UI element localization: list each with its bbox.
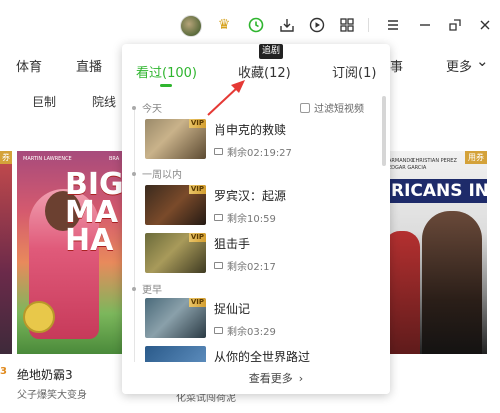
poster-credit: ARMANDO [388, 158, 415, 164]
grid-icon[interactable] [338, 16, 356, 34]
active-tab-indicator [160, 84, 172, 87]
monitor-icon [214, 327, 223, 334]
view-more-link[interactable]: 查看更多 [249, 370, 293, 386]
item-title[interactable]: 肖申克的救赎 [214, 121, 286, 138]
item-title[interactable]: 狙击手 [214, 235, 250, 252]
history-item[interactable]: VIP 罗宾汉：起源 剩余10:59 [145, 185, 375, 229]
checkbox[interactable] [300, 102, 310, 113]
poster-credit: EDGAR GARCIA [388, 165, 427, 171]
history-item[interactable]: VIP 狙击手 剩余02:17 [145, 233, 375, 277]
vip-badge: VIP [188, 298, 206, 307]
video-thumbnail[interactable]: VIP [145, 298, 206, 338]
video-thumbnail[interactable]: VIP [145, 119, 206, 159]
score-label: 3 [0, 366, 7, 377]
video-thumbnail[interactable]: VIP [145, 185, 206, 225]
section-header: 今天 [132, 100, 162, 115]
chevron-down-icon[interactable]: ⌄ [476, 52, 489, 70]
filter-label: 过滤短视频 [314, 104, 364, 115]
poster-credit: CHRISTIAN PEREZ [412, 158, 457, 164]
timeline-line [134, 110, 135, 390]
nav-item-partial[interactable]: 事 [390, 56, 403, 75]
scrollbar[interactable] [382, 96, 386, 166]
play-circle-icon[interactable] [308, 16, 326, 34]
tab-watched[interactable]: 看过(100) [136, 62, 197, 81]
avatar[interactable] [180, 15, 202, 37]
filter-short-videos[interactable]: 过滤短视频 [300, 100, 364, 115]
poster-credit: MARTIN LAWRENCE [23, 156, 72, 162]
item-title[interactable]: 捉仙记 [214, 300, 250, 317]
close-icon[interactable] [476, 16, 494, 34]
item-progress: 剩余02:17 [214, 258, 276, 273]
crown-icon[interactable]: ♛ [215, 16, 233, 34]
download-icon[interactable] [278, 16, 296, 34]
poster-figure [422, 211, 482, 354]
history-icon[interactable] [247, 16, 265, 34]
movie-poster[interactable]: 券 [0, 151, 12, 354]
chevron-right-icon[interactable]: › [299, 372, 303, 385]
monitor-icon [214, 262, 223, 269]
subnav-item-blockbuster[interactable]: 巨制 [32, 93, 56, 110]
tooltip: 追剧 [259, 44, 284, 59]
history-item[interactable]: VIP 肖申克的救赎 剩余02:19:27 [145, 119, 375, 163]
movie-title[interactable]: 绝地奶霸3 [17, 366, 73, 383]
item-progress: 剩余03:29 [214, 323, 276, 338]
restore-icon[interactable] [446, 16, 464, 34]
nav-item-sports[interactable]: 体育 [16, 56, 42, 75]
history-panel: 看过(100) 收藏(12) 订阅(1) 今天 过滤短视频 VIP 肖申克的救赎… [122, 44, 390, 394]
award-seal-icon [23, 301, 55, 333]
minimize-icon[interactable] [416, 16, 434, 34]
monitor-icon [214, 148, 223, 155]
section-header: 一周以内 [132, 166, 182, 181]
section-header: 更早 [132, 281, 162, 296]
coupon-badge: 用券 [465, 151, 487, 164]
movie-poster[interactable]: BIG MA HA MARTIN LAWRENCE BRA [17, 151, 125, 354]
menu-icon[interactable] [384, 16, 402, 34]
subnav-item-cinema[interactable]: 院线 [92, 93, 116, 110]
video-thumbnail[interactable]: VIP [145, 233, 206, 273]
vip-badge: VIP [188, 233, 206, 242]
vip-badge: VIP [188, 119, 206, 128]
nav-item-live[interactable]: 直播 [76, 56, 102, 75]
poster-title-art: RICANS IN PARIS [388, 179, 487, 203]
movie-poster[interactable]: RICANS IN PARIS ARMANDO CHRISTIAN PEREZ … [384, 151, 487, 354]
movie-subtitle: 父子爆笑大变身 [17, 390, 87, 401]
poster-credit: BRA [109, 156, 120, 162]
tab-favorites[interactable]: 收藏(12) [238, 62, 291, 81]
item-title[interactable]: 罗宾汉：起源 [214, 187, 286, 204]
coupon-badge: 券 [0, 151, 12, 164]
title-bar: ♛ [0, 0, 500, 48]
panel-footer: 查看更多 › [122, 362, 390, 394]
tab-subscriptions[interactable]: 订阅(1) [332, 62, 376, 81]
item-progress: 剩余10:59 [214, 210, 276, 225]
nav-item-more[interactable]: 更多 [446, 56, 472, 75]
divider [368, 18, 369, 32]
history-item[interactable]: VIP 捉仙记 剩余03:29 [145, 298, 375, 342]
monitor-icon [214, 214, 223, 221]
vip-badge: VIP [188, 185, 206, 194]
poster-title-art: BIG MA HA [65, 167, 124, 258]
item-progress: 剩余02:19:27 [214, 144, 292, 159]
